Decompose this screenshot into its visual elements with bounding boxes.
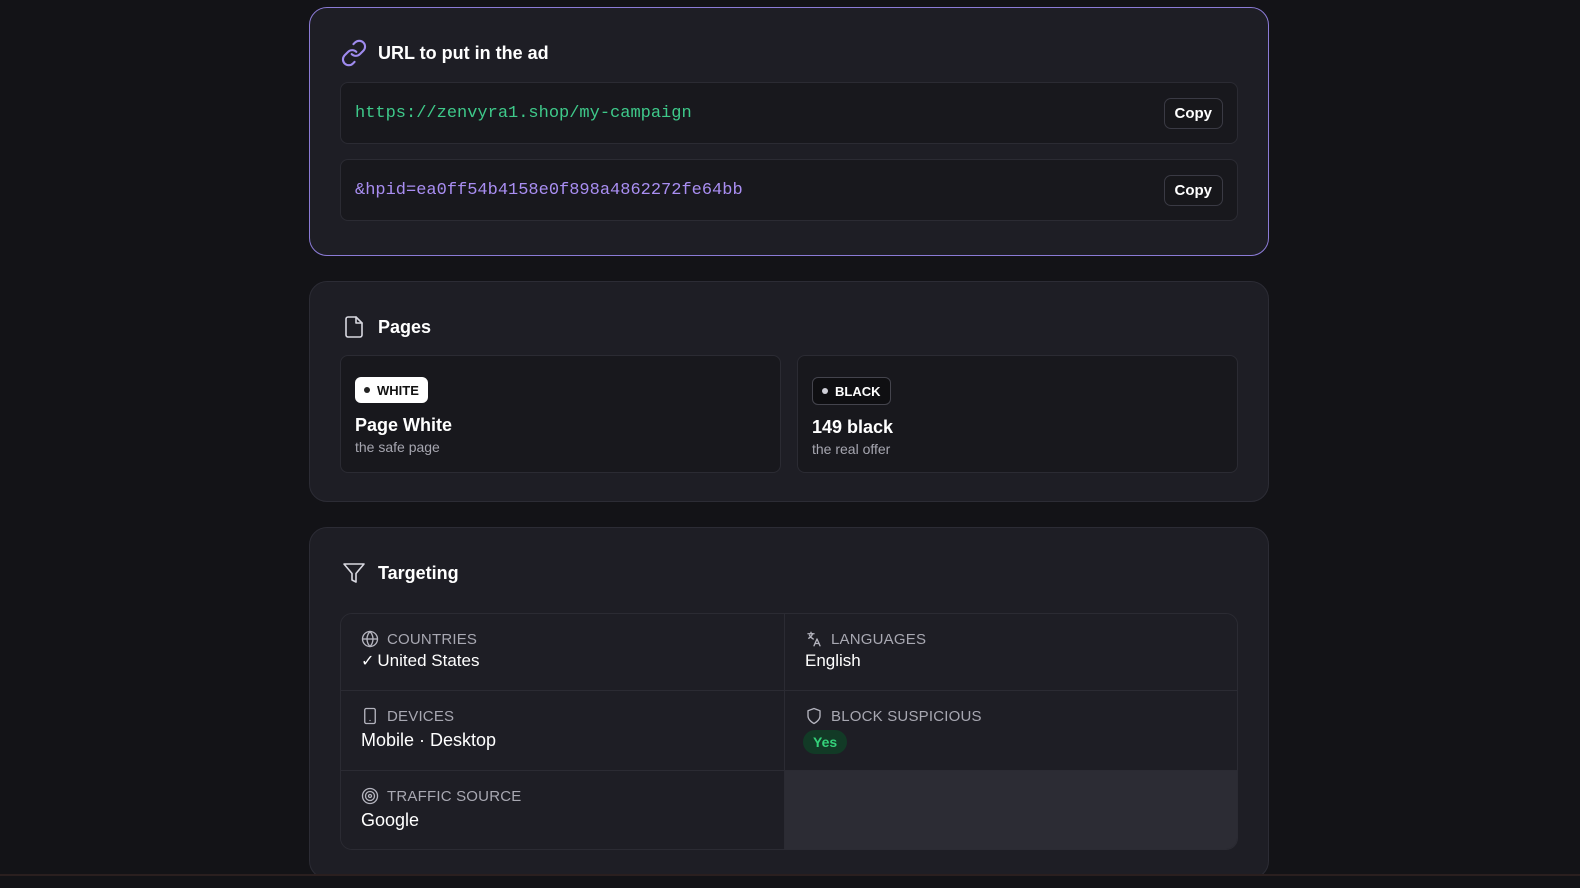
targeting-card: Targeting COUNTRIES ✓ United States LANG… (309, 527, 1269, 879)
white-page-desc: the safe page (355, 439, 440, 455)
dot-icon (364, 387, 370, 393)
targeting-grid: COUNTRIES ✓ United States LANGUAGES Engl… (340, 613, 1238, 850)
pages-card-title: Pages (378, 316, 432, 337)
campaign-details: URL to put in the ad https://zenvyra1.sh… (309, 7, 1269, 879)
white-badge: WHITE (355, 377, 428, 403)
base-url-row: https://zenvyra1.shop/my-campaign Copy (340, 82, 1238, 144)
shield-icon (805, 707, 823, 725)
devices-label-row: DEVICES (361, 707, 764, 725)
pages-card-header: Pages (340, 312, 1238, 342)
block-suspicious-yes-badge: Yes (803, 730, 848, 754)
pages-card: Pages WHITE Page White the safe page BLA… (309, 281, 1269, 502)
black-page-tile[interactable]: BLACK 149 black the real offer (797, 355, 1238, 473)
base-url-text[interactable]: https://zenvyra1.shop/my-campaign (355, 104, 692, 123)
targeting-card-title: Targeting (378, 562, 459, 583)
devices-label: DEVICES (387, 707, 455, 725)
copy-base-url-button[interactable]: Copy (1163, 97, 1223, 129)
param-url-text[interactable]: &hpid=ea0ff54b4158e0f898a4862272fe64bb (355, 181, 743, 200)
countries-value: United States (377, 651, 480, 670)
countries-cell: COUNTRIES ✓ United States (341, 614, 785, 691)
pages-grid: WHITE Page White the safe page BLACK 149… (340, 355, 1238, 473)
traffic-source-label-row: TRAFFIC SOURCE (361, 787, 764, 805)
globe-icon (361, 630, 379, 648)
check-icon: ✓ (361, 653, 375, 670)
black-page-desc: the real offer (812, 441, 891, 457)
countries-label-row: COUNTRIES (361, 630, 764, 648)
target-icon (361, 787, 379, 805)
file-icon (340, 313, 368, 341)
translate-icon (805, 630, 823, 648)
link-icon (340, 39, 368, 67)
smartphone-icon (361, 707, 379, 725)
white-page-tile[interactable]: WHITE Page White the safe page (340, 355, 781, 473)
targeting-card-header: Targeting (340, 558, 1238, 588)
black-page-name: 149 black (812, 417, 894, 437)
countries-value-row: ✓ United States (361, 651, 764, 671)
languages-label: LANGUAGES (831, 630, 927, 648)
countries-label: COUNTRIES (387, 630, 478, 648)
devices-value: Mobile · Desktop (361, 730, 497, 750)
url-card: URL to put in the ad https://zenvyra1.sh… (309, 7, 1269, 256)
devices-cell: DEVICES Mobile · Desktop (341, 691, 785, 771)
traffic-source-value: Google (361, 810, 420, 830)
filter-icon (340, 559, 368, 587)
traffic-source-cell: TRAFFIC SOURCE Google (341, 771, 785, 849)
copy-param-button[interactable]: Copy (1163, 174, 1223, 206)
block-suspicious-label-row: BLOCK SUSPICIOUS (805, 707, 1217, 725)
url-card-title: URL to put in the ad (378, 42, 549, 63)
dot-icon (822, 388, 828, 394)
languages-value: English (805, 651, 861, 670)
white-page-name: Page White (355, 415, 453, 435)
param-url-row: &hpid=ea0ff54b4158e0f898a4862272fe64bb C… (340, 159, 1238, 221)
traffic-source-label: TRAFFIC SOURCE (387, 787, 522, 805)
block-suspicious-label: BLOCK SUSPICIOUS (831, 707, 982, 725)
languages-cell: LANGUAGES English (785, 614, 1237, 691)
empty-cell (785, 771, 1237, 849)
languages-label-row: LANGUAGES (805, 630, 1217, 648)
white-badge-label: WHITE (377, 382, 419, 398)
black-badge: BLACK (812, 377, 891, 405)
url-card-header: URL to put in the ad (340, 38, 1238, 68)
block-suspicious-cell: BLOCK SUSPICIOUS Yes (785, 691, 1237, 771)
black-badge-label: BLACK (835, 383, 881, 399)
